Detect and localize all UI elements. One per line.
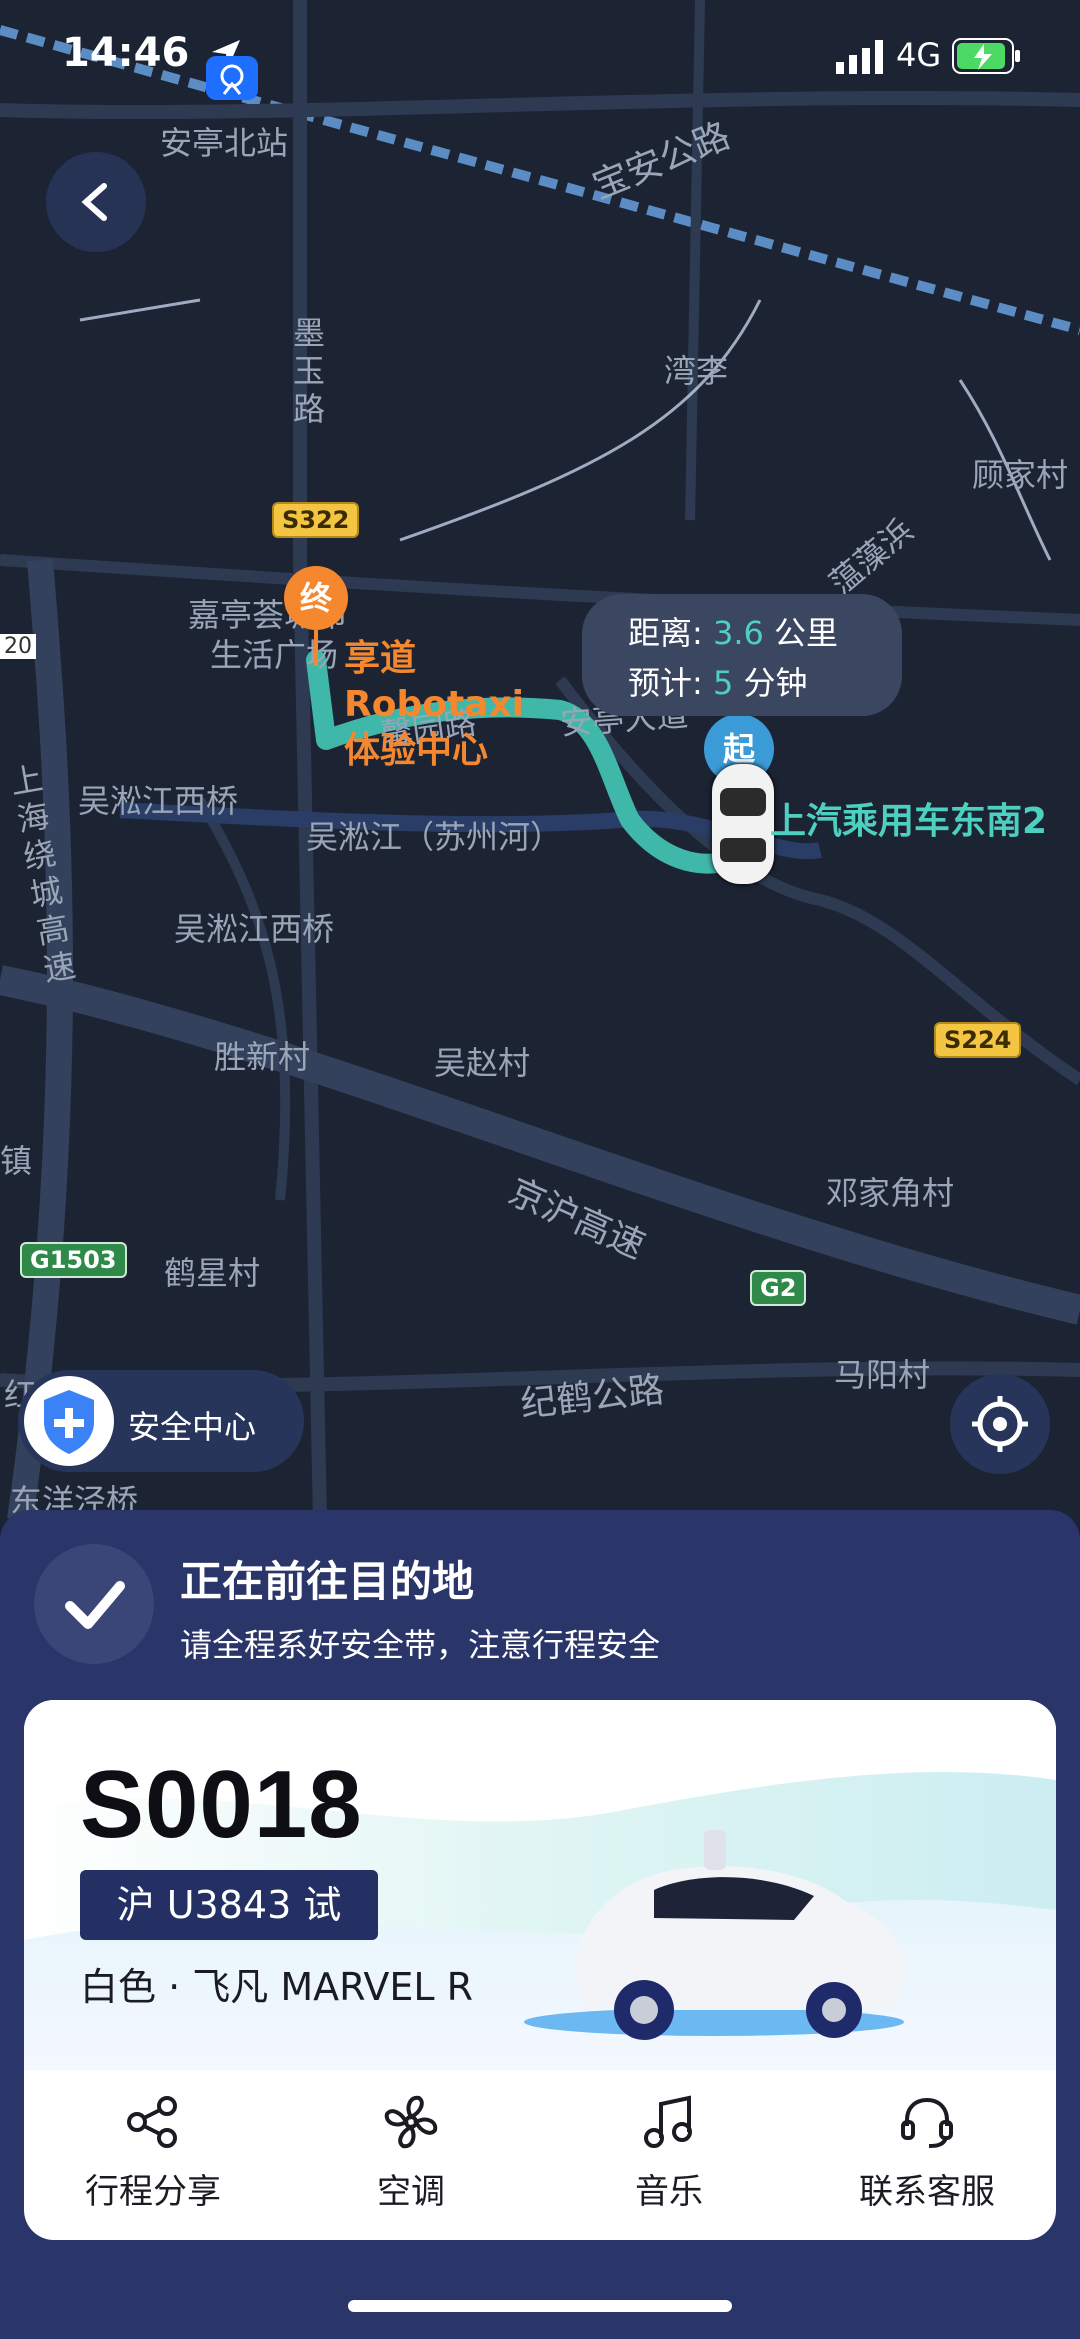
headset-icon	[901, 2097, 953, 2148]
status-check-icon	[34, 1544, 154, 1664]
action-bar: 行程分享 空调 音乐 联系客服	[24, 2070, 1056, 2240]
shield-plus-icon	[24, 1376, 114, 1466]
map-label: 吴赵村	[434, 1044, 531, 1082]
music-button[interactable]: 音乐	[540, 2070, 798, 2240]
locate-button[interactable]	[950, 1374, 1050, 1474]
contact-support-label: 联系客服	[859, 2172, 995, 2212]
share-icon	[127, 2096, 177, 2148]
contact-support-button[interactable]: 联系客服	[798, 2070, 1056, 2240]
home-indicator[interactable]	[348, 2300, 732, 2312]
start-label: 上汽乘用车东南2	[770, 801, 1048, 842]
crosshair-icon	[972, 1396, 1028, 1452]
highway-shield-s224: S224	[934, 1022, 1022, 1058]
eta-bubble: 距离: 3.6 公里 预计: 5 分钟	[582, 594, 902, 716]
highway-shield-g2: G2	[750, 1270, 807, 1306]
back-button[interactable]	[46, 152, 146, 252]
map-label: 湾李	[664, 352, 729, 390]
map-label: 镇	[0, 1142, 33, 1180]
share-trip-button[interactable]: 行程分享	[24, 2070, 282, 2240]
license-plate: 沪 U3843 试	[80, 1870, 378, 1940]
vehicle-illustration	[574, 1830, 904, 2040]
highway-shield-g1503: G1503	[20, 1242, 127, 1278]
car-marker	[712, 764, 774, 884]
battery-charging-icon	[952, 38, 1020, 74]
share-trip-label: 行程分享	[85, 2172, 221, 2212]
status-time: 14:46	[62, 30, 190, 76]
map-view[interactable]: 安亭北站 宝安公路 湾李 顾家村 嘉亭荟城市 生活广场 吴淞江西桥 吴淞江（苏州…	[0, 0, 1080, 1520]
destination-marker-label: 终	[284, 566, 348, 630]
map-label: 鹤星村	[164, 1254, 261, 1292]
network-type: 4G	[896, 36, 942, 74]
safety-center-button[interactable]: 安全中心	[18, 1370, 304, 1472]
air-conditioning-button[interactable]: 空调	[282, 2070, 540, 2240]
music-label: 音乐	[635, 2172, 703, 2212]
map-label: 吴淞江（苏州河）	[306, 818, 563, 856]
map-label: 邓家角村	[826, 1174, 955, 1212]
map-label: 顾家村	[972, 456, 1069, 494]
map-label: 20	[0, 634, 36, 659]
vehicle-id: S0018	[80, 1751, 363, 1858]
destination-marker[interactable]: 终	[284, 566, 348, 666]
map-label: 吴淞江西桥	[78, 782, 239, 820]
start-marker-label: 起	[722, 730, 755, 768]
vehicle-card-banner: S0018 沪 U3843 试 白色 · 飞凡 MARVEL R	[24, 1700, 1056, 2070]
air-conditioning-label: 空调	[377, 2172, 445, 2212]
music-icon	[644, 2095, 692, 2148]
map-label: 吴淞江西桥	[174, 910, 335, 948]
safety-center-label: 安全中心	[128, 1408, 257, 1446]
map-label: 安亭北站	[160, 124, 289, 162]
eta-time: 预计: 5 分钟	[628, 664, 808, 702]
trip-status-subtitle: 请全程系好安全带，注意行程安全	[180, 1626, 661, 1664]
trip-status-title: 正在前往目的地	[180, 1557, 475, 1606]
map-label: 马阳村	[834, 1356, 931, 1394]
signal-icon	[836, 40, 883, 74]
chevron-left-icon	[81, 183, 107, 221]
fan-icon	[384, 2095, 438, 2149]
app-badge-icon	[206, 56, 258, 100]
vehicle-card: S0018 沪 U3843 试 白色 · 飞凡 MARVEL R 行程分享 空调	[24, 1700, 1056, 2240]
vehicle-description: 白色 · 飞凡 MARVEL R	[80, 1965, 474, 2009]
highway-shield-s322: S322	[272, 502, 360, 538]
status-bar: 14:46 4G	[0, 0, 1080, 110]
destination-label: 享道 Robotaxi 体验中心	[344, 638, 525, 771]
eta-distance: 距离: 3.6 公里	[628, 614, 839, 652]
map-label: 墨玉路	[292, 314, 325, 428]
map-label: 胜新村	[214, 1038, 311, 1076]
